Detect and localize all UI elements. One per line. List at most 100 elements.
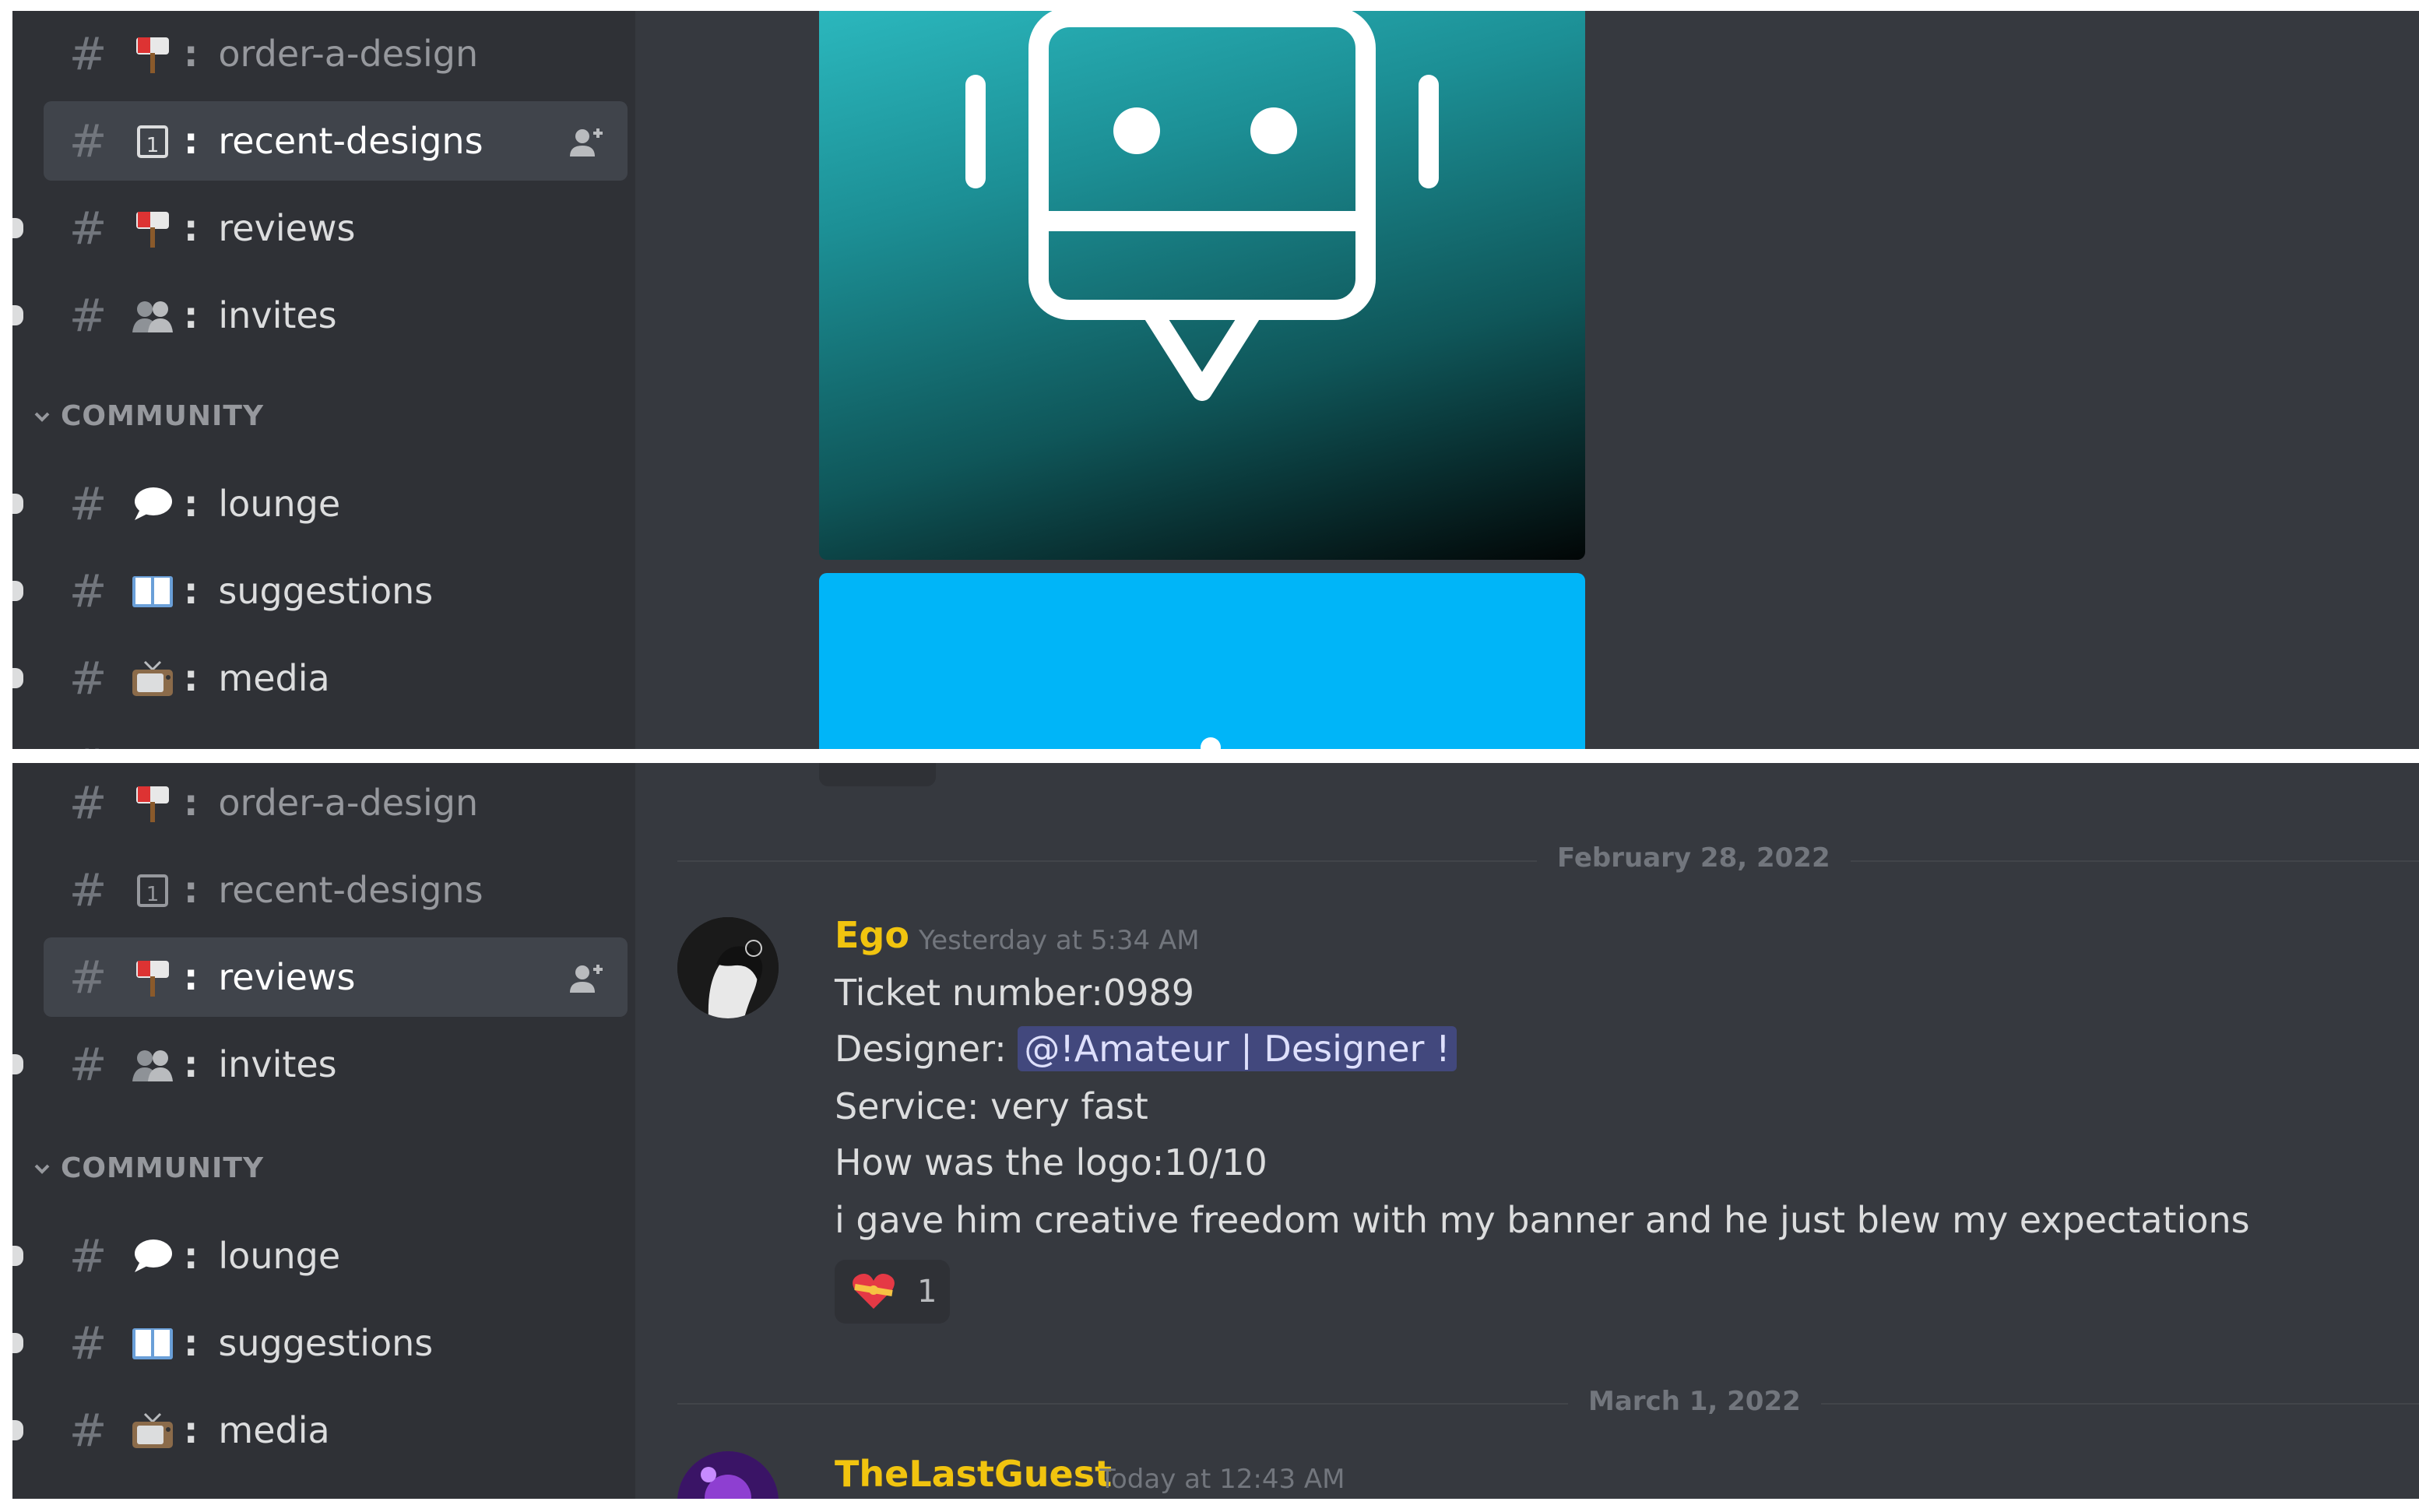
unread-indicator	[12, 494, 23, 514]
channel-order-a-design[interactable]: # : order-a-design	[44, 763, 628, 842]
robot-chat-icon	[965, 11, 1439, 401]
channel-name: lounge	[218, 483, 341, 525]
book-icon	[129, 569, 176, 613]
bottom-screenshot-panel: # : order-a-design # 1 : recent-designs …	[12, 763, 2419, 1499]
top-screenshot-panel: # : order-a-design # 1 : recent-designs …	[12, 11, 2419, 749]
channel-name: media	[218, 1409, 330, 1451]
channel-name: invites	[218, 294, 337, 336]
hashtag-icon: #	[64, 739, 112, 749]
message-timestamp: Yesterday at 5:34 AM	[919, 925, 1200, 956]
unread-indicator	[12, 1054, 23, 1074]
channel-partial-cutoff[interactable]: #	[44, 726, 628, 749]
channel-name: order-a-design	[218, 33, 479, 75]
robot-logo-image[interactable]	[819, 11, 1585, 560]
message-timestamp: Today at 12:43 AM	[1099, 1464, 1345, 1495]
mailbox-icon	[129, 781, 176, 825]
hashtag-icon: #	[69, 202, 107, 255]
category-community[interactable]: COMMUNITY	[31, 400, 264, 432]
channel-name: reviews	[218, 207, 356, 249]
hashtag-icon: #	[69, 1404, 107, 1457]
calendar-icon: 1	[129, 868, 176, 912]
unread-indicator	[12, 305, 23, 325]
svg-text:1: 1	[146, 134, 160, 157]
previous-reaction-pill[interactable]	[819, 763, 936, 786]
calendar-icon: 1	[129, 119, 176, 163]
heart-with-ribbon-icon	[853, 1274, 895, 1309]
unread-indicator	[12, 1420, 23, 1440]
channel-recent-designs[interactable]: # 1 : recent-designs	[44, 101, 628, 181]
message-line-service: Service: very fast	[835, 1085, 1148, 1127]
chat-area	[635, 11, 2419, 749]
channel-lounge[interactable]: # : lounge	[12, 464, 628, 543]
channel-reviews[interactable]: # : reviews	[44, 937, 628, 1017]
channel-reviews[interactable]: # : reviews	[12, 188, 628, 268]
channel-recent-designs[interactable]: # 1 : recent-designs	[44, 850, 628, 930]
avatar-thelastguest[interactable]	[677, 1451, 779, 1499]
speech-bubble-icon	[129, 1234, 176, 1278]
chevron-down-icon	[34, 1164, 50, 1174]
hashtag-icon: #	[69, 1317, 107, 1370]
channel-order-a-design[interactable]: # : order-a-design	[44, 14, 628, 93]
hashtag-icon: #	[69, 776, 107, 829]
reaction-pill[interactable]: 1	[835, 1260, 950, 1324]
mailbox-icon	[129, 955, 176, 999]
channel-media[interactable]: # : media	[12, 1391, 628, 1470]
mailbox-icon	[129, 206, 176, 250]
channel-media[interactable]: # : media	[12, 638, 628, 718]
channel-name: media	[218, 657, 330, 699]
channel-suggestions[interactable]: # : suggestions	[12, 1303, 628, 1383]
date-divider-label: February 28, 2022	[1537, 842, 1851, 874]
television-icon	[129, 1408, 176, 1452]
channel-invites[interactable]: # : invites	[12, 1025, 628, 1104]
avatar-ego[interactable]	[677, 917, 779, 1018]
reaction-count: 1	[917, 1274, 937, 1310]
channel-name: suggestions	[218, 570, 434, 612]
channel-sidebar: # : order-a-design # 1 : recent-designs …	[12, 11, 635, 749]
hashtag-icon: #	[69, 652, 107, 705]
banner-image[interactable]	[819, 573, 1585, 749]
user-mention[interactable]: @!Amateur | Designer !	[1018, 1026, 1457, 1071]
unread-indicator	[12, 218, 23, 238]
unread-indicator	[12, 1333, 23, 1353]
category-community[interactable]: COMMUNITY	[31, 1152, 264, 1184]
unread-indicator	[12, 581, 23, 601]
message-author[interactable]: TheLastGuest	[835, 1453, 1112, 1495]
channel-sidebar: # : order-a-design # 1 : recent-designs …	[12, 763, 635, 1499]
category-label: COMMUNITY	[61, 1152, 265, 1184]
people-icon	[129, 294, 176, 337]
hashtag-icon: #	[69, 951, 107, 1004]
hashtag-icon: #	[69, 114, 107, 167]
television-icon	[129, 656, 176, 700]
date-divider	[677, 1403, 2419, 1405]
hashtag-icon: #	[69, 564, 107, 617]
category-label: COMMUNITY	[61, 400, 265, 432]
date-divider-label: March 1, 2022	[1568, 1386, 1821, 1417]
message-line-comment: i gave him creative freedom with my bann…	[835, 1199, 2250, 1241]
channel-name: reviews	[218, 956, 356, 998]
message-text: Designer:	[835, 1028, 1018, 1070]
hashtag-icon: #	[69, 1038, 107, 1091]
unread-indicator	[12, 668, 23, 688]
mailbox-icon	[129, 32, 176, 76]
hashtag-icon: #	[69, 863, 107, 916]
add-member-icon[interactable]	[568, 961, 604, 993]
channel-name: order-a-design	[218, 782, 479, 824]
message-line-ticket: Ticket number:0989	[835, 972, 1194, 1014]
channel-suggestions[interactable]: # : suggestions	[12, 551, 628, 631]
channel-name: recent-designs	[218, 869, 483, 911]
channel-lounge[interactable]: # : lounge	[12, 1216, 628, 1296]
message-line-designer: Designer: @!Amateur | Designer !	[835, 1026, 1457, 1071]
channel-name: suggestions	[218, 1322, 434, 1364]
channel-name: recent-designs	[218, 120, 483, 162]
svg-text:1: 1	[146, 883, 160, 906]
message-author[interactable]: Ego	[835, 914, 909, 956]
hashtag-icon: #	[69, 1229, 107, 1282]
message-line-logo: How was the logo:10/10	[835, 1141, 1268, 1183]
channel-invites[interactable]: # : invites	[12, 276, 628, 355]
hashtag-icon: #	[69, 289, 107, 342]
book-icon	[129, 1321, 176, 1365]
chevron-down-icon	[34, 412, 50, 422]
speech-bubble-icon	[129, 482, 176, 526]
chat-area: February 28, 2022 Ego Yesterday at 5:34 …	[635, 763, 2419, 1499]
add-member-icon[interactable]	[568, 125, 604, 156]
